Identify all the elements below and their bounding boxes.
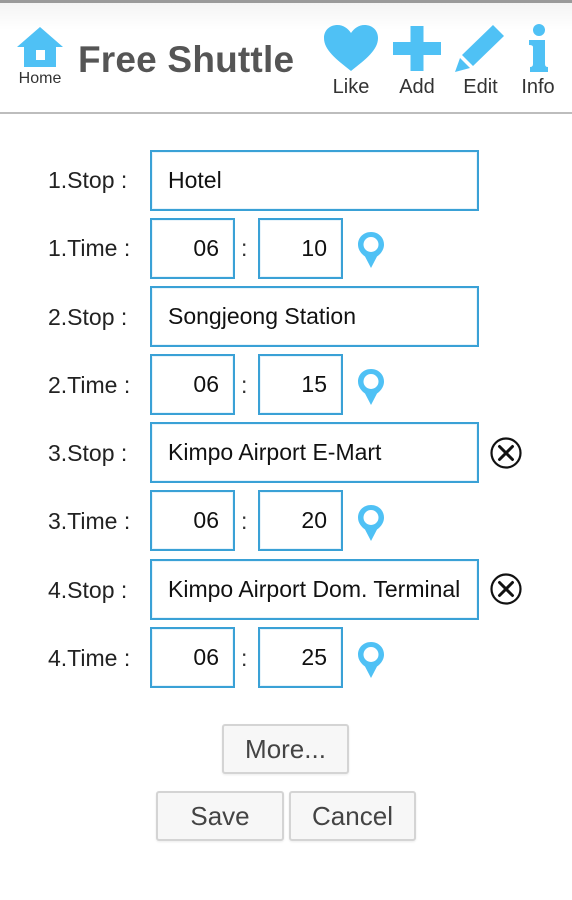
app-header: Home Free Shuttle Like Add Edit Info	[0, 3, 572, 112]
stop-4-input[interactable]	[150, 559, 479, 620]
stop-1-label: 1.Stop :	[48, 167, 128, 193]
time-3-label: 3.Time :	[48, 508, 131, 534]
more-button[interactable]: More...	[222, 724, 349, 774]
time-1-minute-input[interactable]	[258, 218, 343, 279]
edit-label: Edit	[463, 76, 498, 98]
time-4-minute-input[interactable]	[258, 627, 343, 688]
plus-icon	[393, 26, 441, 71]
map-pin-icon[interactable]	[356, 230, 386, 270]
info-icon	[529, 24, 548, 72]
cancel-button[interactable]: Cancel	[289, 791, 416, 841]
map-pin-icon[interactable]	[356, 640, 386, 680]
stop-2-label: 2.Stop :	[48, 304, 128, 330]
map-pin-icon[interactable]	[356, 503, 386, 543]
time-2-label: 2.Time :	[48, 372, 131, 398]
stop-3-input[interactable]	[150, 422, 479, 483]
header-divider	[0, 112, 572, 114]
add-label: Add	[399, 76, 435, 98]
time-1-colon: :	[241, 235, 248, 261]
info-button[interactable]: Info	[516, 23, 560, 99]
home-label: Home	[18, 70, 62, 87]
stop-2-input[interactable]	[150, 286, 479, 347]
map-pin-icon[interactable]	[356, 367, 386, 407]
save-button[interactable]: Save	[156, 791, 284, 841]
stop-3-label: 3.Stop :	[48, 440, 128, 466]
pencil-icon	[455, 25, 504, 72]
edit-button[interactable]: Edit	[453, 23, 508, 99]
time-2-colon: :	[241, 372, 248, 398]
time-3-hour-input[interactable]	[150, 490, 235, 551]
time-1-hour-input[interactable]	[150, 218, 235, 279]
time-4-hour-input[interactable]	[150, 627, 235, 688]
stop-4-label: 4.Stop :	[48, 577, 128, 603]
like-button[interactable]: Like	[322, 23, 380, 99]
time-4-colon: :	[241, 645, 248, 671]
remove-stop-4-icon[interactable]	[489, 572, 523, 606]
home-icon	[17, 27, 63, 67]
heart-icon	[324, 25, 378, 71]
time-2-minute-input[interactable]	[258, 354, 343, 415]
time-4-label: 4.Time :	[48, 645, 131, 671]
time-3-colon: :	[241, 508, 248, 534]
add-button[interactable]: Add	[391, 23, 443, 99]
home-button[interactable]: Home	[12, 25, 68, 95]
time-2-hour-input[interactable]	[150, 354, 235, 415]
stop-1-input[interactable]	[150, 150, 479, 211]
like-label: Like	[332, 76, 370, 98]
app-title: Free Shuttle	[78, 39, 295, 80]
info-label: Info	[521, 76, 555, 98]
remove-stop-3-icon[interactable]	[489, 436, 523, 470]
time-1-label: 1.Time :	[48, 235, 131, 261]
time-3-minute-input[interactable]	[258, 490, 343, 551]
